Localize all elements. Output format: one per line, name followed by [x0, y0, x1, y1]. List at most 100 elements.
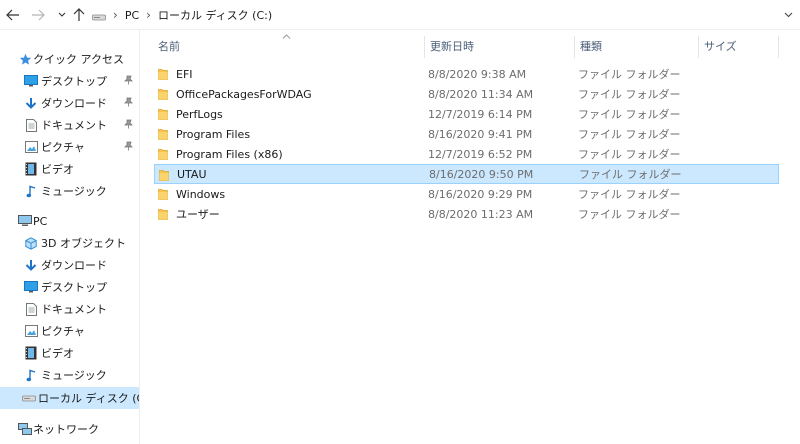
- sidebar-item-desktop[interactable]: デスクトップ: [0, 70, 139, 92]
- desktop-icon: [24, 74, 38, 88]
- drive-icon: [22, 391, 36, 405]
- table-row[interactable]: OfficePackagesForWDAG 8/8/2020 11:34 AM ファ…: [154, 84, 779, 104]
- table-row[interactable]: PerfLogs 12/7/2019 6:14 PM ファイル フォルダー: [154, 104, 779, 124]
- desktop-icon: [24, 280, 38, 294]
- sidebar-item-pc-videos[interactable]: ビデオ: [0, 342, 139, 364]
- sidebar-item-videos[interactable]: ビデオ: [0, 158, 139, 180]
- file-type: ファイル フォルダー: [578, 108, 681, 121]
- navigation-pane: クイック アクセス デスクトップ ダウンロード ドキュメント ピクチャ ビデオ …: [0, 30, 139, 444]
- sidebar-item-pc-documents[interactable]: ドキュメント: [0, 298, 139, 320]
- column-type[interactable]: 種類: [574, 36, 698, 58]
- sidebar-item-label: ミュージック: [41, 185, 107, 198]
- sidebar-item-pc-downloads[interactable]: ダウンロード: [0, 254, 139, 276]
- sidebar-item-label: ダウンロード: [41, 259, 107, 272]
- table-row[interactable]: Program Files 8/16/2020 9:41 PM ファイル フォルダー: [154, 124, 779, 144]
- sidebar-item-label: デスクトップ: [41, 75, 107, 88]
- table-row[interactable]: ユーザー 8/8/2020 11:23 AM ファイル フォルダー: [154, 204, 779, 224]
- file-list: 名前 更新日時 種類 サイズ EFI 8/8/2020 9:38 AM ファイル フ…: [140, 30, 800, 444]
- chevron-down-icon[interactable]: [53, 6, 71, 24]
- pin-icon[interactable]: [124, 119, 133, 132]
- sidebar-item-network[interactable]: ネットワーク: [0, 418, 139, 440]
- file-type: ファイル フォルダー: [579, 168, 682, 181]
- sidebar-item-label: PC: [33, 214, 48, 228]
- sidebar-item-3d-objects[interactable]: 3D オブジェクト: [0, 232, 139, 254]
- folder-icon: [158, 68, 168, 80]
- pin-icon[interactable]: [124, 75, 133, 88]
- file-name: PerfLogs: [176, 107, 223, 121]
- sidebar-item-music[interactable]: ミュージック: [0, 180, 139, 202]
- table-row[interactable]: EFI 8/8/2020 9:38 AM ファイル フォルダー: [154, 64, 779, 84]
- sidebar-item-pc-pictures[interactable]: ピクチャ: [0, 320, 139, 342]
- file-date: 8/8/2020 11:34 AM: [428, 87, 534, 101]
- network-icon: [18, 422, 32, 436]
- folder-icon: [158, 208, 168, 220]
- sidebar-item-label: クイック アクセス: [33, 53, 124, 66]
- pin-icon[interactable]: [124, 97, 133, 110]
- sidebar-item-pc-music[interactable]: ミュージック: [0, 364, 139, 386]
- up-arrow-icon[interactable]: [70, 6, 88, 24]
- column-name[interactable]: 名前: [152, 36, 424, 58]
- breadcrumb-separator: ›: [113, 8, 118, 22]
- breadcrumb[interactable]: › PC › ローカル ディスク (C:): [92, 4, 772, 26]
- pictures-icon: [24, 324, 38, 338]
- address-toolbar: › PC › ローカル ディスク (C:): [0, 0, 800, 30]
- download-icon: [24, 96, 38, 110]
- sidebar-item-label: ダウンロード: [41, 97, 107, 110]
- breadcrumb-separator: ›: [146, 8, 151, 22]
- sidebar-item-label: ミュージック: [41, 369, 107, 382]
- sidebar-item-documents[interactable]: ドキュメント: [0, 114, 139, 136]
- music-icon: [24, 368, 38, 382]
- folder-icon: [158, 108, 168, 120]
- sidebar-item-label: ピクチャ: [41, 325, 85, 338]
- star-icon: [18, 52, 32, 66]
- file-name: OfficePackagesForWDAG: [176, 87, 312, 101]
- sidebar-item-pc[interactable]: PC: [0, 210, 139, 232]
- sidebar-item-label: 3D オブジェクト: [41, 237, 126, 250]
- sidebar-item-label: ドキュメント: [41, 119, 107, 132]
- forward-arrow-icon[interactable]: [29, 6, 47, 24]
- file-date: 12/7/2019 6:52 PM: [428, 147, 533, 161]
- file-type: ファイル フォルダー: [578, 128, 681, 141]
- music-icon: [24, 184, 38, 198]
- breadcrumb-local-disk[interactable]: ローカル ディスク (C:): [158, 7, 272, 23]
- 3d-objects-icon: [24, 236, 38, 250]
- file-name: EFI: [176, 67, 193, 81]
- table-row[interactable]: Windows 8/16/2020 9:29 PM ファイル フォルダー: [154, 184, 779, 204]
- column-date[interactable]: 更新日時: [424, 36, 574, 58]
- file-type: ファイル フォルダー: [578, 148, 681, 161]
- sidebar-item-label: ローカル ディスク (C:): [38, 392, 139, 405]
- folder-icon: [158, 88, 168, 100]
- sidebar-item-pc-desktop[interactable]: デスクトップ: [0, 276, 139, 298]
- file-date: 8/16/2020 9:29 PM: [428, 187, 533, 201]
- sidebar-item-label: ピクチャ: [41, 141, 85, 154]
- drive-icon: [92, 11, 106, 21]
- document-icon: [24, 302, 38, 316]
- pictures-icon: [24, 140, 38, 154]
- sidebar-item-label: ドキュメント: [41, 303, 107, 316]
- computer-icon: [18, 214, 32, 228]
- address-dropdown-chevron-icon[interactable]: [779, 6, 797, 24]
- folder-icon: [158, 128, 168, 140]
- file-type: ファイル フォルダー: [578, 188, 681, 201]
- column-divider[interactable]: [778, 36, 779, 58]
- sidebar-item-downloads[interactable]: ダウンロード: [0, 92, 139, 114]
- back-arrow-icon[interactable]: [4, 6, 22, 24]
- folder-icon: [159, 169, 169, 181]
- document-icon: [24, 118, 38, 132]
- column-size[interactable]: サイズ: [698, 36, 778, 58]
- file-name: Program Files (x86): [176, 147, 283, 161]
- file-date: 8/8/2020 9:38 AM: [428, 67, 527, 81]
- column-header: 名前 更新日時 種類 サイズ: [140, 36, 800, 58]
- sidebar-item-quick-access[interactable]: クイック アクセス: [0, 48, 139, 70]
- file-name: UTAU: [177, 167, 207, 181]
- download-icon: [24, 258, 38, 272]
- pin-icon[interactable]: [124, 141, 133, 154]
- folder-icon: [158, 148, 168, 160]
- breadcrumb-pc[interactable]: PC: [125, 9, 139, 22]
- table-row[interactable]: UTAU 8/16/2020 9:50 PM ファイル フォルダー: [154, 164, 779, 184]
- sidebar-item-pictures[interactable]: ピクチャ: [0, 136, 139, 158]
- table-row[interactable]: Program Files (x86) 12/7/2019 6:52 PM ファイル…: [154, 144, 779, 164]
- file-type: ファイル フォルダー: [578, 68, 681, 81]
- sidebar-item-label: デスクトップ: [41, 281, 107, 294]
- sidebar-item-local-disk[interactable]: ローカル ディスク (C:): [0, 387, 139, 409]
